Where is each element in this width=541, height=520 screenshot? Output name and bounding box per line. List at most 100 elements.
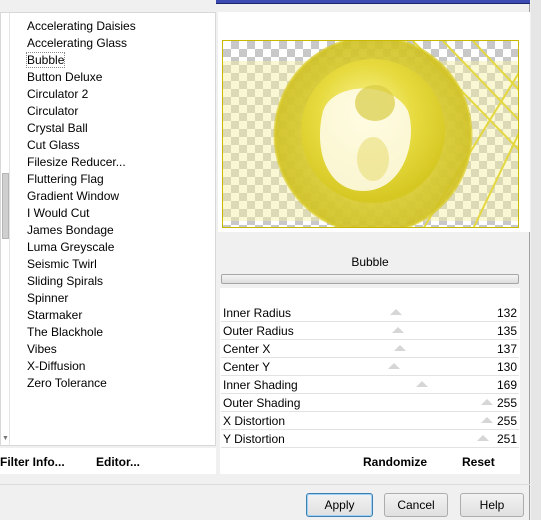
slider-knob-icon[interactable] — [477, 435, 490, 441]
parameter-row[interactable]: Outer Radius 135 — [221, 322, 519, 340]
filter-item[interactable]: Sliding Spirals — [27, 273, 136, 290]
filter-item[interactable]: Circulator 2 — [27, 86, 136, 103]
filter-item-label: Spinner — [27, 291, 69, 305]
parameter-value: 169 — [496, 378, 517, 392]
parameter-row[interactable]: Inner Radius 132 — [221, 304, 519, 322]
window-edge — [531, 0, 541, 520]
filter-item[interactable]: X-Diffusion — [27, 358, 136, 375]
slider-knob-icon[interactable] — [387, 363, 400, 369]
filter-item[interactable]: Bubble — [25, 52, 136, 69]
parameter-value: 251 — [496, 432, 517, 446]
filter-item-label: Accelerating Glass — [27, 36, 128, 50]
filter-item[interactable]: Fluttering Flag — [27, 171, 136, 188]
effect-name: Bubble — [351, 255, 389, 269]
parameter-row[interactable]: Outer Shading 255 — [221, 394, 519, 412]
parameter-value: 255 — [496, 396, 517, 410]
editor-button[interactable]: Editor... — [96, 455, 140, 469]
filter-list-scrollbar[interactable]: ▼ — [1, 13, 10, 445]
filter-item-label: Seismic Twirl — [27, 257, 97, 271]
apply-button[interactable]: Apply — [306, 493, 373, 517]
reset-button[interactable]: Reset — [462, 455, 495, 469]
filter-item-label: Button Deluxe — [27, 70, 103, 84]
parameter-label: Center X — [223, 342, 271, 356]
filter-item-label: Circulator 2 — [27, 87, 89, 101]
filter-item[interactable]: Button Deluxe — [27, 69, 136, 86]
filter-item-label: Vibes — [27, 342, 57, 356]
filter-item[interactable]: I Would Cut — [27, 205, 136, 222]
parameter-row[interactable]: X Distortion 255 — [221, 412, 519, 430]
filter-item-label: Luma Greyscale — [27, 240, 115, 254]
filter-item-label: Fluttering Flag — [27, 172, 104, 186]
editor-label: Editor... — [96, 455, 141, 469]
parameter-value: 130 — [496, 360, 517, 374]
parameter-label: Outer Shading — [223, 396, 301, 410]
parameter-value: 137 — [496, 342, 517, 356]
cancel-button[interactable]: Cancel — [384, 493, 448, 517]
filter-item[interactable]: Circulator — [27, 103, 136, 120]
filter-item-label: Circulator — [27, 104, 79, 118]
filter-item-label: Sliding Spirals — [27, 274, 104, 288]
filter-info-button[interactable]: Filter Info... — [0, 455, 65, 469]
slider-knob-icon[interactable] — [481, 417, 493, 423]
filter-item[interactable]: Zero Tolerance — [27, 375, 136, 392]
parameter-label: Inner Shading — [223, 378, 298, 392]
filter-item-label: X-Diffusion — [27, 359, 86, 373]
parameter-row[interactable]: Inner Shading 169 — [221, 376, 519, 394]
parameter-label: Y Distortion — [223, 432, 285, 446]
filter-item-label: Cut Glass — [27, 138, 80, 152]
scroll-down-arrow-icon[interactable]: ▼ — [2, 435, 9, 442]
filter-item[interactable]: Starmaker — [27, 307, 136, 324]
randomize-button[interactable]: Randomize — [363, 455, 427, 469]
parameter-list: Inner Radius 132 Outer Radius 135 Center X 13… — [221, 304, 519, 448]
parameter-value: 255 — [496, 414, 517, 428]
parameter-label: Outer Radius — [223, 324, 294, 338]
parameter-row[interactable]: Center X 137 — [221, 340, 519, 358]
filter-item[interactable]: Luma Greyscale — [27, 239, 136, 256]
filter-item[interactable]: Accelerating Glass — [27, 35, 136, 52]
filter-item-label: Zero Tolerance — [27, 376, 107, 390]
filter-item[interactable]: Crystal Ball — [27, 120, 136, 137]
slider-knob-icon[interactable] — [481, 399, 493, 405]
filter-item-label: James Bondage — [27, 223, 114, 237]
help-button[interactable]: Help — [460, 493, 524, 517]
filter-item[interactable]: Vibes — [27, 341, 136, 358]
parameter-value: 135 — [496, 324, 517, 338]
filter-item[interactable]: Spinner — [27, 290, 136, 307]
filter-item-label: Bubble — [25, 52, 66, 68]
filter-item-label: Starmaker — [27, 308, 83, 322]
filter-info-label: Filter Info... — [0, 455, 65, 469]
filter-item[interactable]: Cut Glass — [27, 137, 136, 154]
filter-item[interactable]: Accelerating Daisies — [27, 18, 136, 35]
filter-list[interactable]: ▼ Accelerating Daisies Accelerating Glass… — [0, 12, 216, 446]
slider-knob-icon[interactable] — [389, 309, 402, 315]
parameter-label: Inner Radius — [223, 306, 292, 320]
bubble-preview-image — [223, 41, 518, 227]
slider-knob-icon[interactable] — [393, 345, 406, 351]
filter-item[interactable]: James Bondage — [27, 222, 136, 239]
randomize-label: Randomize — [363, 455, 428, 469]
parameter-row[interactable]: Y Distortion 251 — [221, 430, 519, 448]
filter-item[interactable]: The Blackhole — [27, 324, 136, 341]
filter-item-label: Crystal Ball — [27, 121, 88, 135]
filter-item[interactable]: Seismic Twirl — [27, 256, 136, 273]
reset-label: Reset — [462, 455, 495, 469]
slider-knob-icon[interactable] — [416, 381, 429, 387]
parameter-label: Center Y — [223, 360, 271, 374]
filter-item-label: I Would Cut — [27, 206, 90, 220]
separator-bar — [221, 274, 519, 284]
filter-item-label: Filesize Reducer... — [27, 155, 126, 169]
parameter-row[interactable]: Center Y 130 — [221, 358, 519, 376]
filter-item[interactable]: Gradient Window — [27, 188, 136, 205]
effect-preview[interactable] — [222, 40, 519, 228]
filter-items: Accelerating Daisies Accelerating Glass Bu… — [25, 18, 136, 392]
filter-item-label: Accelerating Daisies — [27, 19, 136, 33]
parameter-value: 132 — [496, 306, 517, 320]
slider-knob-icon[interactable] — [391, 327, 404, 333]
title-bar-edge — [216, 0, 530, 4]
filter-item-label: Gradient Window — [27, 189, 120, 203]
parameter-label: X Distortion — [223, 414, 286, 428]
filter-item[interactable]: Filesize Reducer... — [27, 154, 136, 171]
filter-item-label: The Blackhole — [27, 325, 104, 339]
scrollbar-thumb[interactable] — [2, 173, 9, 239]
divider — [0, 484, 530, 485]
